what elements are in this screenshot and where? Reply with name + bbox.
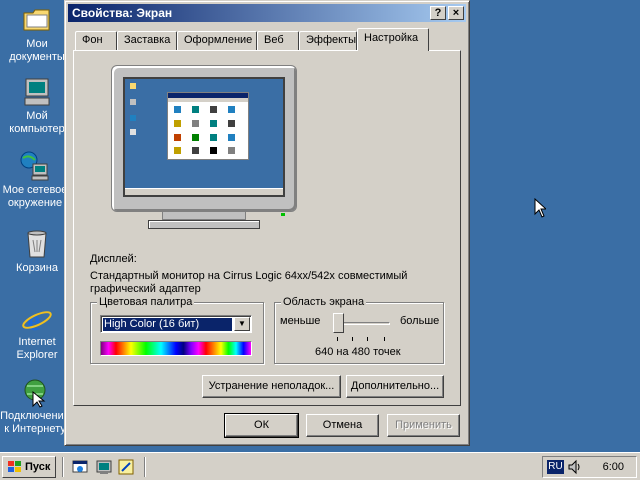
windows-logo-icon xyxy=(8,461,21,472)
color-palette-select[interactable]: High Color (16 бит) ▼ xyxy=(100,315,252,333)
start-button[interactable]: Пуск xyxy=(2,456,56,478)
internet-explorer-icon: e xyxy=(21,302,53,337)
slider-tick xyxy=(337,337,338,341)
slider-tick xyxy=(352,337,353,341)
screen-area-more-label: больше xyxy=(400,315,440,327)
desktop-icon-label: Internet Explorer xyxy=(16,336,58,361)
close-button[interactable]: × xyxy=(448,6,464,20)
tab-screensaver[interactable]: Заставка xyxy=(117,31,177,50)
display-label: Дисплей: xyxy=(90,253,137,265)
display-adapter-line2: графический адаптер xyxy=(90,283,201,295)
tab-appearance[interactable]: Оформление xyxy=(177,31,257,50)
monitor-stand xyxy=(162,212,246,220)
desktop-icon-label: Корзина xyxy=(16,262,58,274)
desktop-icon-label: Мое сетевое окружение xyxy=(2,184,68,209)
desktop-icon-label: Подключение к Интернету xyxy=(0,410,70,435)
color-spectrum-bar xyxy=(100,341,252,356)
monitor-preview-screen xyxy=(123,77,285,197)
slider-tick xyxy=(384,337,385,341)
tab-web[interactable]: Веб xyxy=(257,31,299,50)
chevron-down-icon[interactable]: ▼ xyxy=(234,317,250,331)
desktop-icon-label: Мой компьютер xyxy=(9,110,65,135)
computer-icon xyxy=(21,76,53,108)
desktop-icon-internet-explorer[interactable]: e Internet Explorer xyxy=(2,302,72,362)
screen-area-less-label: меньше xyxy=(280,315,321,327)
clock[interactable]: 6:00 xyxy=(603,460,624,474)
troubleshoot-button[interactable]: Устранение неполадок... xyxy=(202,375,341,398)
connection-wizard-icon xyxy=(19,376,51,408)
quicklaunch-channels-icon[interactable] xyxy=(118,459,134,475)
cancel-button[interactable]: Отмена xyxy=(306,414,379,437)
volume-icon[interactable] xyxy=(567,459,583,478)
taskbar-separator xyxy=(62,457,64,477)
dialog-titlebar[interactable]: Свойства: Экран ? × xyxy=(68,4,466,22)
tab-effects[interactable]: Эффекты xyxy=(299,31,357,50)
screen-area-legend: Область экрана xyxy=(281,296,367,309)
quicklaunch-desktop-icon[interactable] xyxy=(96,459,112,475)
monitor-power-led xyxy=(281,213,285,216)
desktop-icon-my-documents[interactable]: Мои документы xyxy=(2,4,72,64)
desktop-icon-my-computer[interactable]: Мой компьютер xyxy=(2,76,72,136)
desktop-icon-recycle-bin[interactable]: Корзина xyxy=(2,228,72,275)
system-tray: RU 6:00 xyxy=(542,456,637,478)
monitor-base xyxy=(148,220,260,229)
language-indicator[interactable]: RU xyxy=(547,460,564,474)
desktop-icon-label: Мои документы xyxy=(9,38,65,63)
color-palette-value: High Color (16 бит) xyxy=(103,318,232,331)
screen-area-slider-thumb[interactable] xyxy=(333,313,344,333)
color-palette-legend: Цветовая палитра xyxy=(97,296,195,309)
taskbar: Пуск RU 6:00 xyxy=(0,452,640,480)
tab-settings[interactable]: Настройка xyxy=(357,28,429,51)
dialog-title: Свойства: Экран xyxy=(72,6,173,20)
display-adapter-line1: Стандартный монитор на Cirrus Logic 64xx… xyxy=(90,270,408,282)
mouse-cursor-icon xyxy=(534,197,548,221)
start-label: Пуск xyxy=(25,461,51,473)
slider-tick xyxy=(367,337,368,341)
advanced-button[interactable]: Дополнительно... xyxy=(346,375,444,398)
desktop-icon-network[interactable]: Мое сетевое окружение xyxy=(0,150,70,210)
recycle-bin-icon xyxy=(21,228,53,260)
help-button[interactable]: ? xyxy=(430,6,446,20)
network-icon xyxy=(19,150,51,182)
quicklaunch-ie-icon[interactable] xyxy=(72,459,88,475)
taskbar-separator xyxy=(144,457,146,477)
apply-button[interactable]: Применить xyxy=(387,414,460,437)
folder-icon xyxy=(21,4,53,36)
tab-background[interactable]: Фон xyxy=(75,31,117,50)
ok-button[interactable]: ОК xyxy=(224,413,299,438)
screen-resolution-text: 640 на 480 точек xyxy=(315,346,401,358)
desktop-icon-internet-connection[interactable]: Подключение к Интернету xyxy=(0,376,70,436)
